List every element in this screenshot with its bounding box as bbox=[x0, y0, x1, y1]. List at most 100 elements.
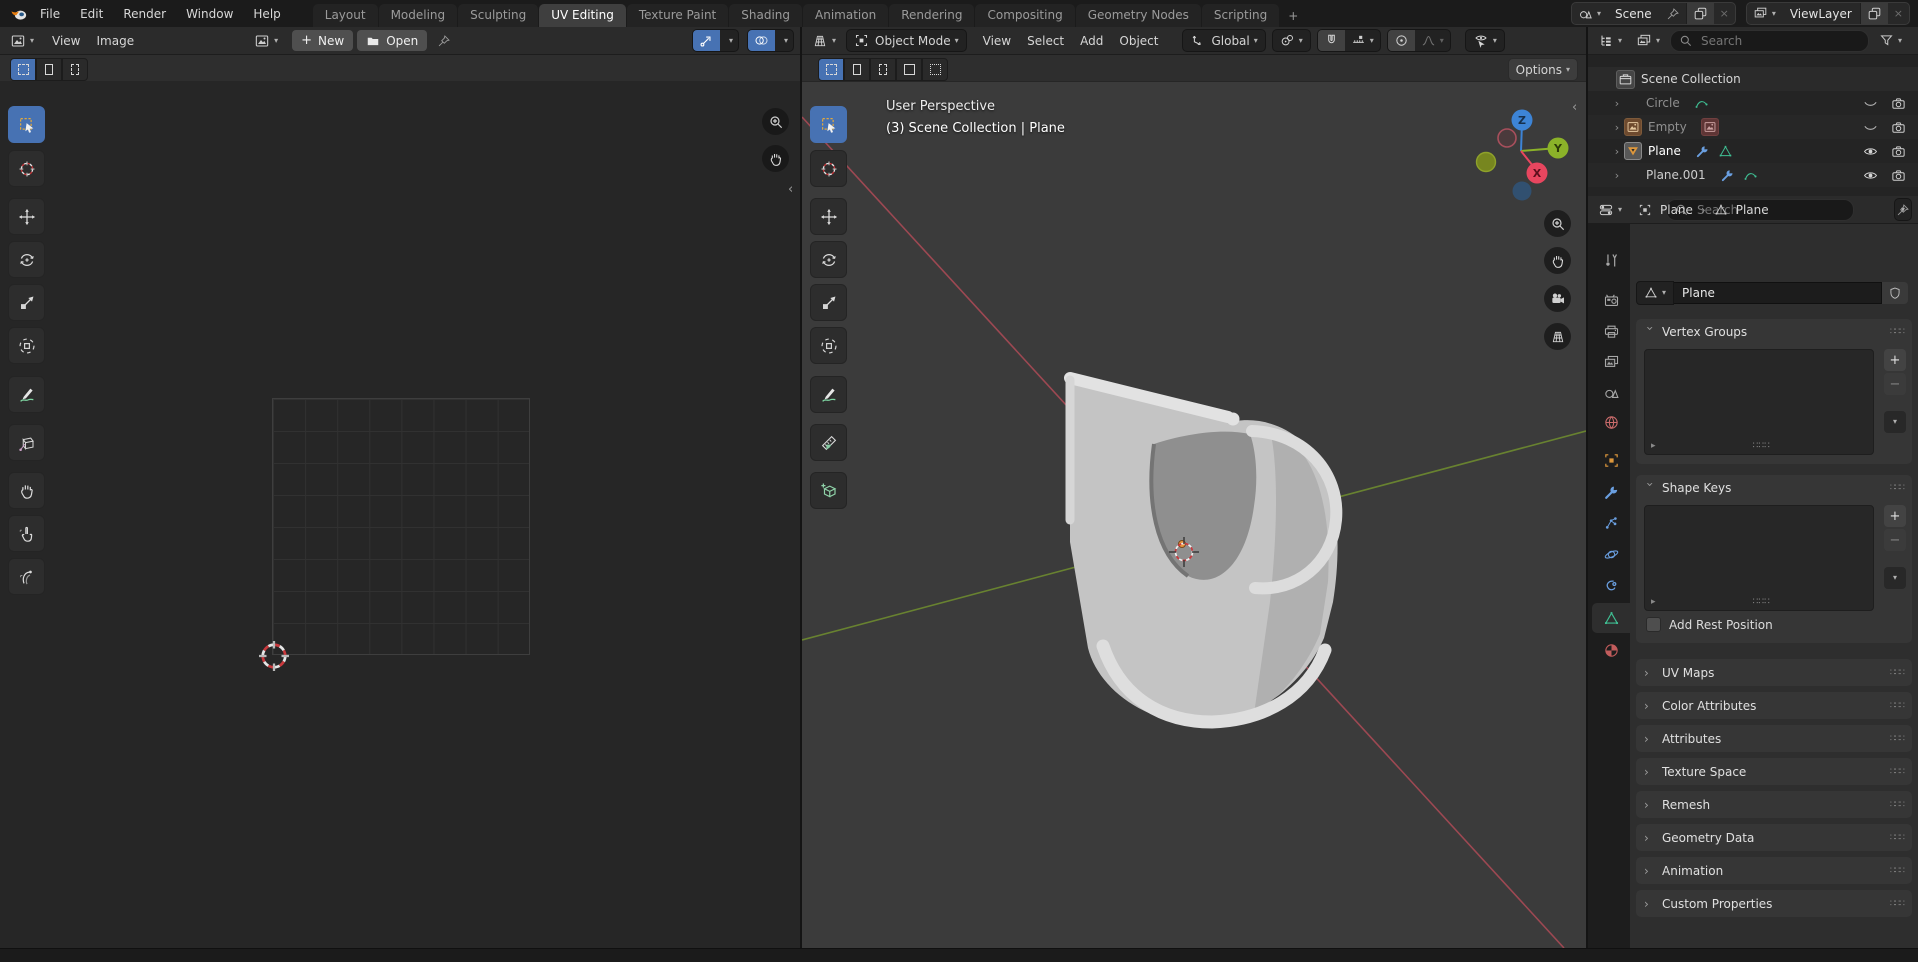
properties-editor-type-button[interactable]: ▾ bbox=[1594, 200, 1626, 220]
object-type-visibility-selector[interactable]: ▾ bbox=[1465, 29, 1505, 52]
uv-show-overlays-toggle[interactable] bbox=[748, 30, 775, 51]
props-tab-world[interactable] bbox=[1592, 407, 1630, 437]
expand-icon[interactable]: › bbox=[1610, 121, 1624, 134]
uv-menu-view[interactable]: View bbox=[44, 34, 88, 48]
uv-tool-rotate[interactable] bbox=[8, 241, 45, 278]
blender-logo-icon[interactable] bbox=[10, 5, 28, 23]
texture-space-panel[interactable]: ›Texture Space∷∷∷ bbox=[1636, 758, 1912, 785]
scene-object-plane[interactable] bbox=[1070, 378, 1338, 725]
vp-pan-button[interactable] bbox=[1544, 247, 1571, 274]
modifier-wrench-icon[interactable] bbox=[1695, 144, 1710, 159]
vp-sidebar-toggle[interactable]: ‹ bbox=[1572, 100, 1577, 115]
outliner-search[interactable] bbox=[1670, 30, 1869, 52]
props-tab-material[interactable] bbox=[1592, 635, 1630, 665]
render-visibility-icon[interactable] bbox=[1891, 144, 1906, 159]
uv-tool-relax[interactable] bbox=[8, 515, 45, 552]
props-tab-object[interactable] bbox=[1592, 445, 1630, 475]
animation-panel[interactable]: ›Animation∷∷∷ bbox=[1636, 857, 1912, 884]
uv-editor-type-button[interactable]: ▾ bbox=[6, 31, 38, 51]
workspace-tab-uv-editing[interactable]: UV Editing bbox=[539, 4, 626, 27]
vp-zoom-button[interactable] bbox=[1544, 210, 1571, 237]
gizmo-axis-neg-z[interactable] bbox=[1513, 182, 1532, 201]
props-tab-particles[interactable] bbox=[1592, 508, 1630, 538]
vp-tool-measure[interactable] bbox=[810, 424, 847, 461]
uv-tool-transform[interactable] bbox=[8, 327, 45, 364]
vp-tool-add-cube[interactable] bbox=[810, 472, 847, 509]
uv-tool-select-box[interactable] bbox=[8, 106, 45, 143]
vp-select-mode-new[interactable] bbox=[818, 58, 844, 81]
scene-new-button[interactable] bbox=[1686, 3, 1714, 24]
props-tab-physics[interactable] bbox=[1592, 539, 1630, 569]
breadcrumb-data[interactable]: Plane bbox=[1736, 203, 1769, 217]
render-visibility-icon[interactable] bbox=[1891, 120, 1906, 135]
workspace-tab-layout[interactable]: Layout bbox=[313, 4, 378, 27]
color-attributes-panel[interactable]: ›Color Attributes∷∷∷ bbox=[1636, 692, 1912, 719]
props-tab-view-layer[interactable] bbox=[1592, 347, 1630, 377]
shape-key-add-button[interactable]: + bbox=[1884, 505, 1906, 527]
render-visibility-icon[interactable] bbox=[1891, 168, 1906, 183]
scene-browse-button[interactable]: ▾ bbox=[1572, 3, 1607, 24]
add-rest-position-checkbox[interactable] bbox=[1646, 617, 1661, 632]
pivot-point-selector[interactable]: ▾ bbox=[1272, 29, 1311, 52]
outliner-editor-type-button[interactable]: ▾ bbox=[1594, 31, 1626, 51]
uv-sidebar-toggle[interactable]: ‹ bbox=[788, 182, 793, 197]
view-layer-name[interactable]: ViewLayer bbox=[1782, 7, 1860, 21]
uv-tool-scale[interactable] bbox=[8, 284, 45, 321]
vertex-group-remove-button[interactable]: − bbox=[1884, 373, 1906, 395]
hide-icon[interactable] bbox=[1863, 144, 1878, 159]
outliner-row-plane[interactable]: › Plane bbox=[1588, 139, 1918, 163]
outliner-row-partial[interactable]: › bbox=[1588, 187, 1918, 196]
vp-tool-transform[interactable] bbox=[810, 327, 847, 364]
expand-icon[interactable]: › bbox=[1610, 169, 1624, 182]
menu-edit[interactable]: Edit bbox=[70, 0, 113, 27]
expand-icon[interactable]: › bbox=[1610, 97, 1624, 110]
uv-gizmos-dropdown[interactable]: ▾ bbox=[724, 37, 738, 45]
outliner-row-scene-collection[interactable]: Scene Collection bbox=[1588, 67, 1918, 91]
props-tab-data[interactable] bbox=[1592, 603, 1630, 633]
panel-grip[interactable]: ∷∷∷ bbox=[1890, 327, 1904, 337]
transform-orientation-selector[interactable]: Global▾ bbox=[1182, 29, 1265, 52]
menu-help[interactable]: Help bbox=[243, 0, 290, 27]
scene-pin-icon[interactable] bbox=[1660, 3, 1686, 24]
menu-render[interactable]: Render bbox=[113, 0, 176, 27]
uv-2d-cursor[interactable] bbox=[256, 638, 292, 674]
outliner-row-plane-001[interactable]: › Plane.001 bbox=[1588, 163, 1918, 187]
uv-tool-move[interactable] bbox=[8, 198, 45, 235]
props-tab-tool[interactable] bbox=[1592, 245, 1630, 275]
snap-toggle[interactable] bbox=[1318, 30, 1345, 51]
uv-pan-button[interactable] bbox=[762, 145, 789, 172]
image-pin-icon[interactable] bbox=[437, 34, 451, 48]
scene-name[interactable]: Scene bbox=[1607, 7, 1660, 21]
shape-key-remove-button[interactable]: − bbox=[1884, 529, 1906, 551]
vertex-groups-list[interactable]: ▸∷∷∷ bbox=[1644, 349, 1874, 455]
vp-tool-rotate[interactable] bbox=[810, 241, 847, 278]
outliner-display-mode-button[interactable]: ▾ bbox=[1632, 31, 1664, 51]
vp-menu-select[interactable]: Select bbox=[1019, 34, 1072, 48]
uv-select-mode-subtract[interactable] bbox=[62, 58, 88, 81]
uv-tool-annotate[interactable] bbox=[8, 376, 45, 413]
outliner-search-input[interactable] bbox=[1699, 33, 1860, 49]
remesh-panel[interactable]: ›Remesh∷∷∷ bbox=[1636, 791, 1912, 818]
proportional-edit-toggle[interactable] bbox=[1388, 30, 1415, 51]
custom-properties-panel[interactable]: ›Custom Properties∷∷∷ bbox=[1636, 890, 1912, 917]
uv-show-gizmos-toggle[interactable] bbox=[693, 30, 720, 51]
outliner-filter-button[interactable]: ▾ bbox=[1875, 31, 1906, 50]
image-browse-button[interactable]: ▾ bbox=[250, 31, 282, 51]
image-new-button[interactable]: +New bbox=[292, 30, 353, 51]
expand-icon[interactable]: › bbox=[1610, 145, 1624, 158]
shape-keys-panel-header[interactable]: ›Shape Keys∷∷∷ bbox=[1636, 475, 1912, 501]
uv-tool-rip-region[interactable] bbox=[8, 424, 45, 461]
list-disclosure[interactable]: ▸ bbox=[1651, 597, 1656, 607]
gizmo-axis-neg-y[interactable] bbox=[1477, 153, 1496, 172]
workspace-tab-scripting[interactable]: Scripting bbox=[1202, 4, 1279, 27]
vp-menu-view[interactable]: View bbox=[975, 34, 1019, 48]
vp-tool-annotate[interactable] bbox=[810, 376, 847, 413]
navigation-gizmo[interactable]: Z Y X bbox=[1466, 102, 1576, 207]
modifier-wrench-icon[interactable] bbox=[1720, 168, 1735, 183]
scene-unlink-button[interactable]: × bbox=[1714, 7, 1735, 20]
list-disclosure[interactable]: ▸ bbox=[1651, 441, 1656, 451]
viewport-canvas[interactable]: User Perspective (3) Scene Collection | … bbox=[802, 82, 1586, 948]
uv-menu-image[interactable]: Image bbox=[89, 34, 143, 48]
vp-menu-add[interactable]: Add bbox=[1072, 34, 1111, 48]
breadcrumb-object[interactable]: Plane bbox=[1660, 203, 1693, 217]
